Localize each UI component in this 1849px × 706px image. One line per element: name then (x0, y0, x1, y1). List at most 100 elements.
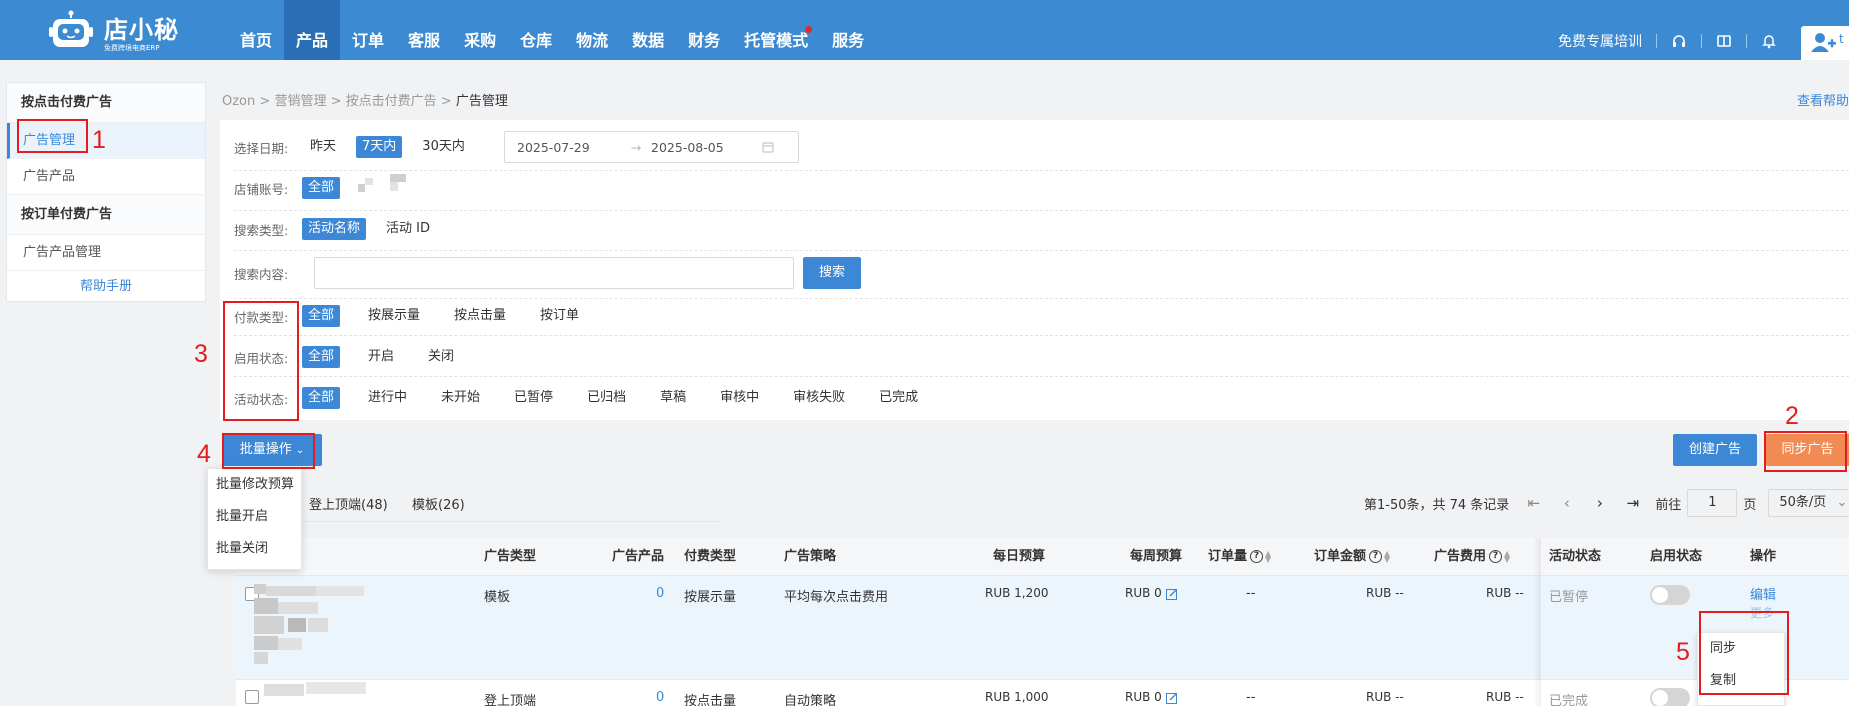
filter-option-date-0[interactable]: 昨天 (304, 136, 342, 158)
cell-ad-products[interactable]: 0 (656, 586, 664, 601)
logo[interactable]: 店小秘 免费跨境电商ERP (48, 8, 188, 54)
filter-option-enable_status-1[interactable]: 开启 (362, 346, 400, 368)
filter-option-date-2[interactable]: 30天内 (416, 136, 471, 158)
sort-icon[interactable]: ▲ ▼ (1265, 549, 1273, 563)
breadcrumb-item[interactable]: 按点击付费广告 (346, 94, 437, 109)
tab-template[interactable]: 模板(26) (412, 494, 465, 513)
date-start[interactable]: 2025-07-29 (505, 140, 625, 155)
nav-item-label: 服务 (832, 31, 865, 50)
page-size-select[interactable]: 50条/页 ⌄ (1768, 489, 1849, 517)
filter-option-activity_status-6[interactable]: 审核中 (714, 387, 765, 409)
col-enable-status: 启用状态 (1650, 549, 1703, 564)
filter-option-activity_status-2[interactable]: 未开始 (435, 387, 486, 409)
user-menu[interactable]: t (1801, 26, 1849, 60)
bulk-edit-budget-item[interactable]: 批量修改预算 (208, 469, 301, 501)
cell-ad-products[interactable]: 0 (656, 690, 664, 705)
sidebar-item-order-ad-products[interactable]: 广告产品管理 (7, 235, 205, 271)
help-icon[interactable]: ? (1369, 550, 1383, 563)
bulk-actions-button[interactable]: 批量操作 ⌄ (222, 434, 322, 466)
tab-top-placement[interactable]: 登上顶端(48) (309, 494, 388, 513)
copy-item[interactable]: 复制 (1698, 665, 1784, 697)
nav-item-4[interactable]: 采购 (452, 0, 508, 60)
filter-option-activity_status-5[interactable]: 草稿 (654, 387, 692, 409)
col-order-amount[interactable]: 订单金额? ▲ ▼ (1314, 538, 1392, 576)
help-manual-link[interactable]: 帮助手册 (7, 271, 205, 303)
nav-item-0[interactable]: 首页 (228, 0, 284, 60)
last-page-icon[interactable]: ⇥ (1626, 494, 1640, 512)
sync-ads-button[interactable]: 同步广告 (1766, 434, 1849, 466)
first-page-icon[interactable]: ⇤ (1527, 494, 1541, 512)
filter-option-date-1[interactable]: 7天内 (356, 136, 403, 158)
activity-name-blurred[interactable] (254, 584, 384, 668)
nav-item-2[interactable]: 订单 (340, 0, 396, 60)
bulk-disable-item[interactable]: 批量关闭 (208, 533, 301, 565)
nav-item-7[interactable]: 数据 (620, 0, 676, 60)
create-ad-button[interactable]: 创建广告 (1673, 434, 1757, 466)
enable-toggle[interactable] (1650, 585, 1690, 605)
header-separator (1746, 34, 1747, 48)
filter-option-shop-all[interactable]: 全部 (302, 177, 341, 199)
nav-item-10[interactable]: 服务 (820, 0, 876, 60)
cell-weekly-budget[interactable]: RUB 0 (1125, 586, 1178, 600)
next-page-icon[interactable]: › (1593, 494, 1606, 512)
col-ad-cost[interactable]: 广告费用? ▲ ▼ (1434, 538, 1512, 576)
activity-name-blurred[interactable] (254, 680, 384, 700)
filter-option-activity_status-8[interactable]: 已完成 (873, 387, 924, 409)
enable-toggle[interactable] (1650, 688, 1690, 706)
breadcrumb-item[interactable]: 营销管理 (274, 94, 326, 109)
filter-option-pay_type-2[interactable]: 按点击量 (448, 305, 512, 327)
bell-icon[interactable] (1761, 33, 1777, 49)
filter-option-activity-id[interactable]: 活动 ID (380, 218, 436, 240)
page-input[interactable]: 1 (1687, 489, 1738, 517)
filter-option-activity_status-1[interactable]: 进行中 (362, 387, 413, 409)
col-ad-products: 广告产品 (612, 549, 665, 564)
filter-option-activity_status-7[interactable]: 审核失败 (787, 387, 851, 409)
search-input[interactable] (314, 257, 794, 289)
nav-item-5[interactable]: 仓库 (508, 0, 564, 60)
filter-option-pay_type-1[interactable]: 按展示量 (362, 305, 426, 327)
filter-row-activity-status: 活动状态: 全部 进行中 未开始 已暂停 已归档 草稿 审核中 审核失败 已完成 (234, 384, 946, 412)
table-row[interactable]: 登上顶端 0 按点击量 自动策略 RUB 1,000 RUB 0 -- RUB … (236, 680, 1849, 706)
bulk-enable-item[interactable]: 批量开启 (208, 501, 301, 533)
sidebar-item-ad-products[interactable]: 广告产品 (7, 159, 205, 195)
breadcrumb-separator: > (440, 94, 452, 109)
search-button[interactable]: 搜索 (803, 257, 861, 289)
view-help-link[interactable]: 查看帮助 (1797, 90, 1849, 109)
nav-item-9[interactable]: 托管模式 (732, 0, 820, 60)
help-icon[interactable]: ? (1250, 550, 1264, 563)
filter-option-activity_status-0[interactable]: 全部 (302, 387, 341, 409)
headset-icon[interactable] (1671, 33, 1687, 49)
filter-option-pay_type-0[interactable]: 全部 (302, 305, 341, 327)
sort-icon[interactable]: ▲ ▼ (1504, 549, 1512, 563)
help-icon[interactable]: ? (1489, 550, 1503, 563)
table-row[interactable]: 模板 0 按展示量 平均每次点击费用 RUB 1,200 RUB 0 -- RU… (236, 576, 1849, 680)
nav-item-1[interactable]: 产品 (284, 0, 341, 60)
filter-option-enable_status-0[interactable]: 全部 (302, 346, 341, 368)
book-icon[interactable] (1716, 33, 1732, 49)
date-end[interactable]: 2025-08-05 (647, 140, 762, 155)
prev-page-icon[interactable]: ‹ (1560, 494, 1573, 512)
edit-icon[interactable] (1165, 692, 1178, 704)
filter-option-activity_status-3[interactable]: 已暂停 (508, 387, 559, 409)
more-link[interactable]: 更多 (1750, 604, 1774, 621)
filter-option-activity_status-4[interactable]: 已归档 (581, 387, 632, 409)
breadcrumb-item[interactable]: Ozon (222, 94, 255, 109)
col-orders[interactable]: 订单量? ▲ ▼ (1208, 538, 1273, 576)
edit-icon[interactable] (1165, 588, 1178, 600)
filter-option-pay_type-3[interactable]: 按订单 (534, 305, 585, 327)
date-range-picker[interactable]: 2025-07-29 → 2025-08-05 (504, 131, 799, 163)
nav-item-6[interactable]: 物流 (564, 0, 620, 60)
nav-item-3[interactable]: 客服 (396, 0, 452, 60)
filter-option-enable_status-2[interactable]: 关闭 (422, 346, 460, 368)
filter-row-pay-type: 付款类型: 全部 按展示量 按点击量 按订单 (234, 302, 607, 330)
training-link[interactable]: 免费专属培训 (1558, 31, 1642, 51)
sidebar-item-ad-management[interactable]: 广告管理 (7, 123, 205, 159)
sync-item[interactable]: 同步 (1698, 633, 1784, 665)
edit-link[interactable]: 编辑 (1750, 584, 1776, 603)
nav-item-8[interactable]: 财务 (676, 0, 732, 60)
sort-icon[interactable]: ▲ ▼ (1384, 549, 1392, 563)
shop-account-blurred[interactable] (354, 174, 410, 202)
filter-option-activity-name[interactable]: 活动名称 (302, 218, 367, 240)
nav-item-label: 产品 (296, 31, 329, 50)
cell-weekly-budget[interactable]: RUB 0 (1125, 690, 1178, 704)
